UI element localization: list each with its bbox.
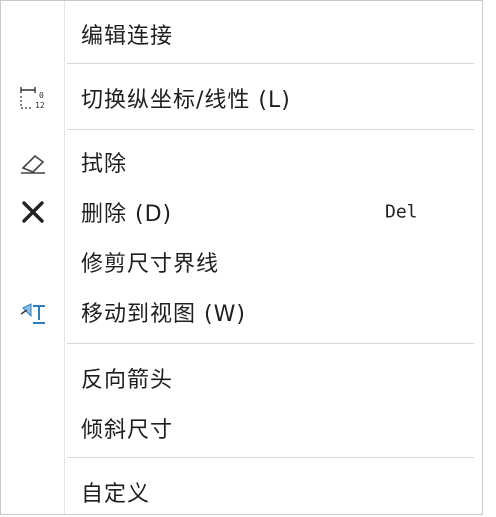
menu-item-trim-extension-lines[interactable]: 修剪尺寸界线 (1, 237, 482, 287)
menu-item-label: 反向箭头 (81, 368, 174, 393)
menu-item-label: 倾斜尺寸 (81, 418, 174, 443)
menu-item-delete[interactable]: 删除 (D) Del (1, 187, 482, 237)
menu-item-label: 移动到视图 (W) (81, 302, 246, 327)
menu-item-label: 拭除 (81, 152, 128, 177)
menu-item-customize[interactable]: 自定义 (1, 467, 482, 517)
menu-separator (67, 457, 474, 458)
menu-item-edit-connection[interactable]: 编辑连接 (1, 9, 482, 59)
eraser-icon (15, 144, 51, 180)
menu-item-label: 删除 (D) (81, 202, 173, 227)
menu-item-oblique-dimension[interactable]: 倾斜尺寸 (1, 403, 482, 453)
menu-item-move-to-view[interactable]: 移动到视图 (W) (1, 287, 482, 337)
shortcut-label: Del (385, 201, 418, 223)
menu-item-toggle-ordinate-linear[interactable]: 0 12 切换纵坐标/线性 (L) (1, 73, 482, 123)
menu-item-label: 编辑连接 (81, 24, 174, 49)
ordinate-linear-icon: 0 12 (15, 80, 51, 116)
menu-separator (67, 343, 474, 344)
menu-separator (67, 63, 474, 64)
menu-item-erase[interactable]: 拭除 (1, 137, 482, 187)
svg-text:12: 12 (35, 101, 45, 110)
delete-x-icon (15, 194, 51, 230)
move-to-view-icon (15, 294, 51, 330)
context-menu: 编辑连接 0 12 切换纵坐标/线性 (L) 拭除 删除 (D) Del 修剪尺… (0, 0, 483, 515)
menu-separator (67, 129, 474, 130)
menu-item-label: 修剪尺寸界线 (81, 252, 220, 277)
menu-item-label: 切换纵坐标/线性 (L) (81, 88, 291, 113)
svg-text:0: 0 (39, 91, 44, 100)
menu-item-label: 自定义 (81, 482, 151, 507)
menu-item-flip-arrows[interactable]: 反向箭头 (1, 353, 482, 403)
